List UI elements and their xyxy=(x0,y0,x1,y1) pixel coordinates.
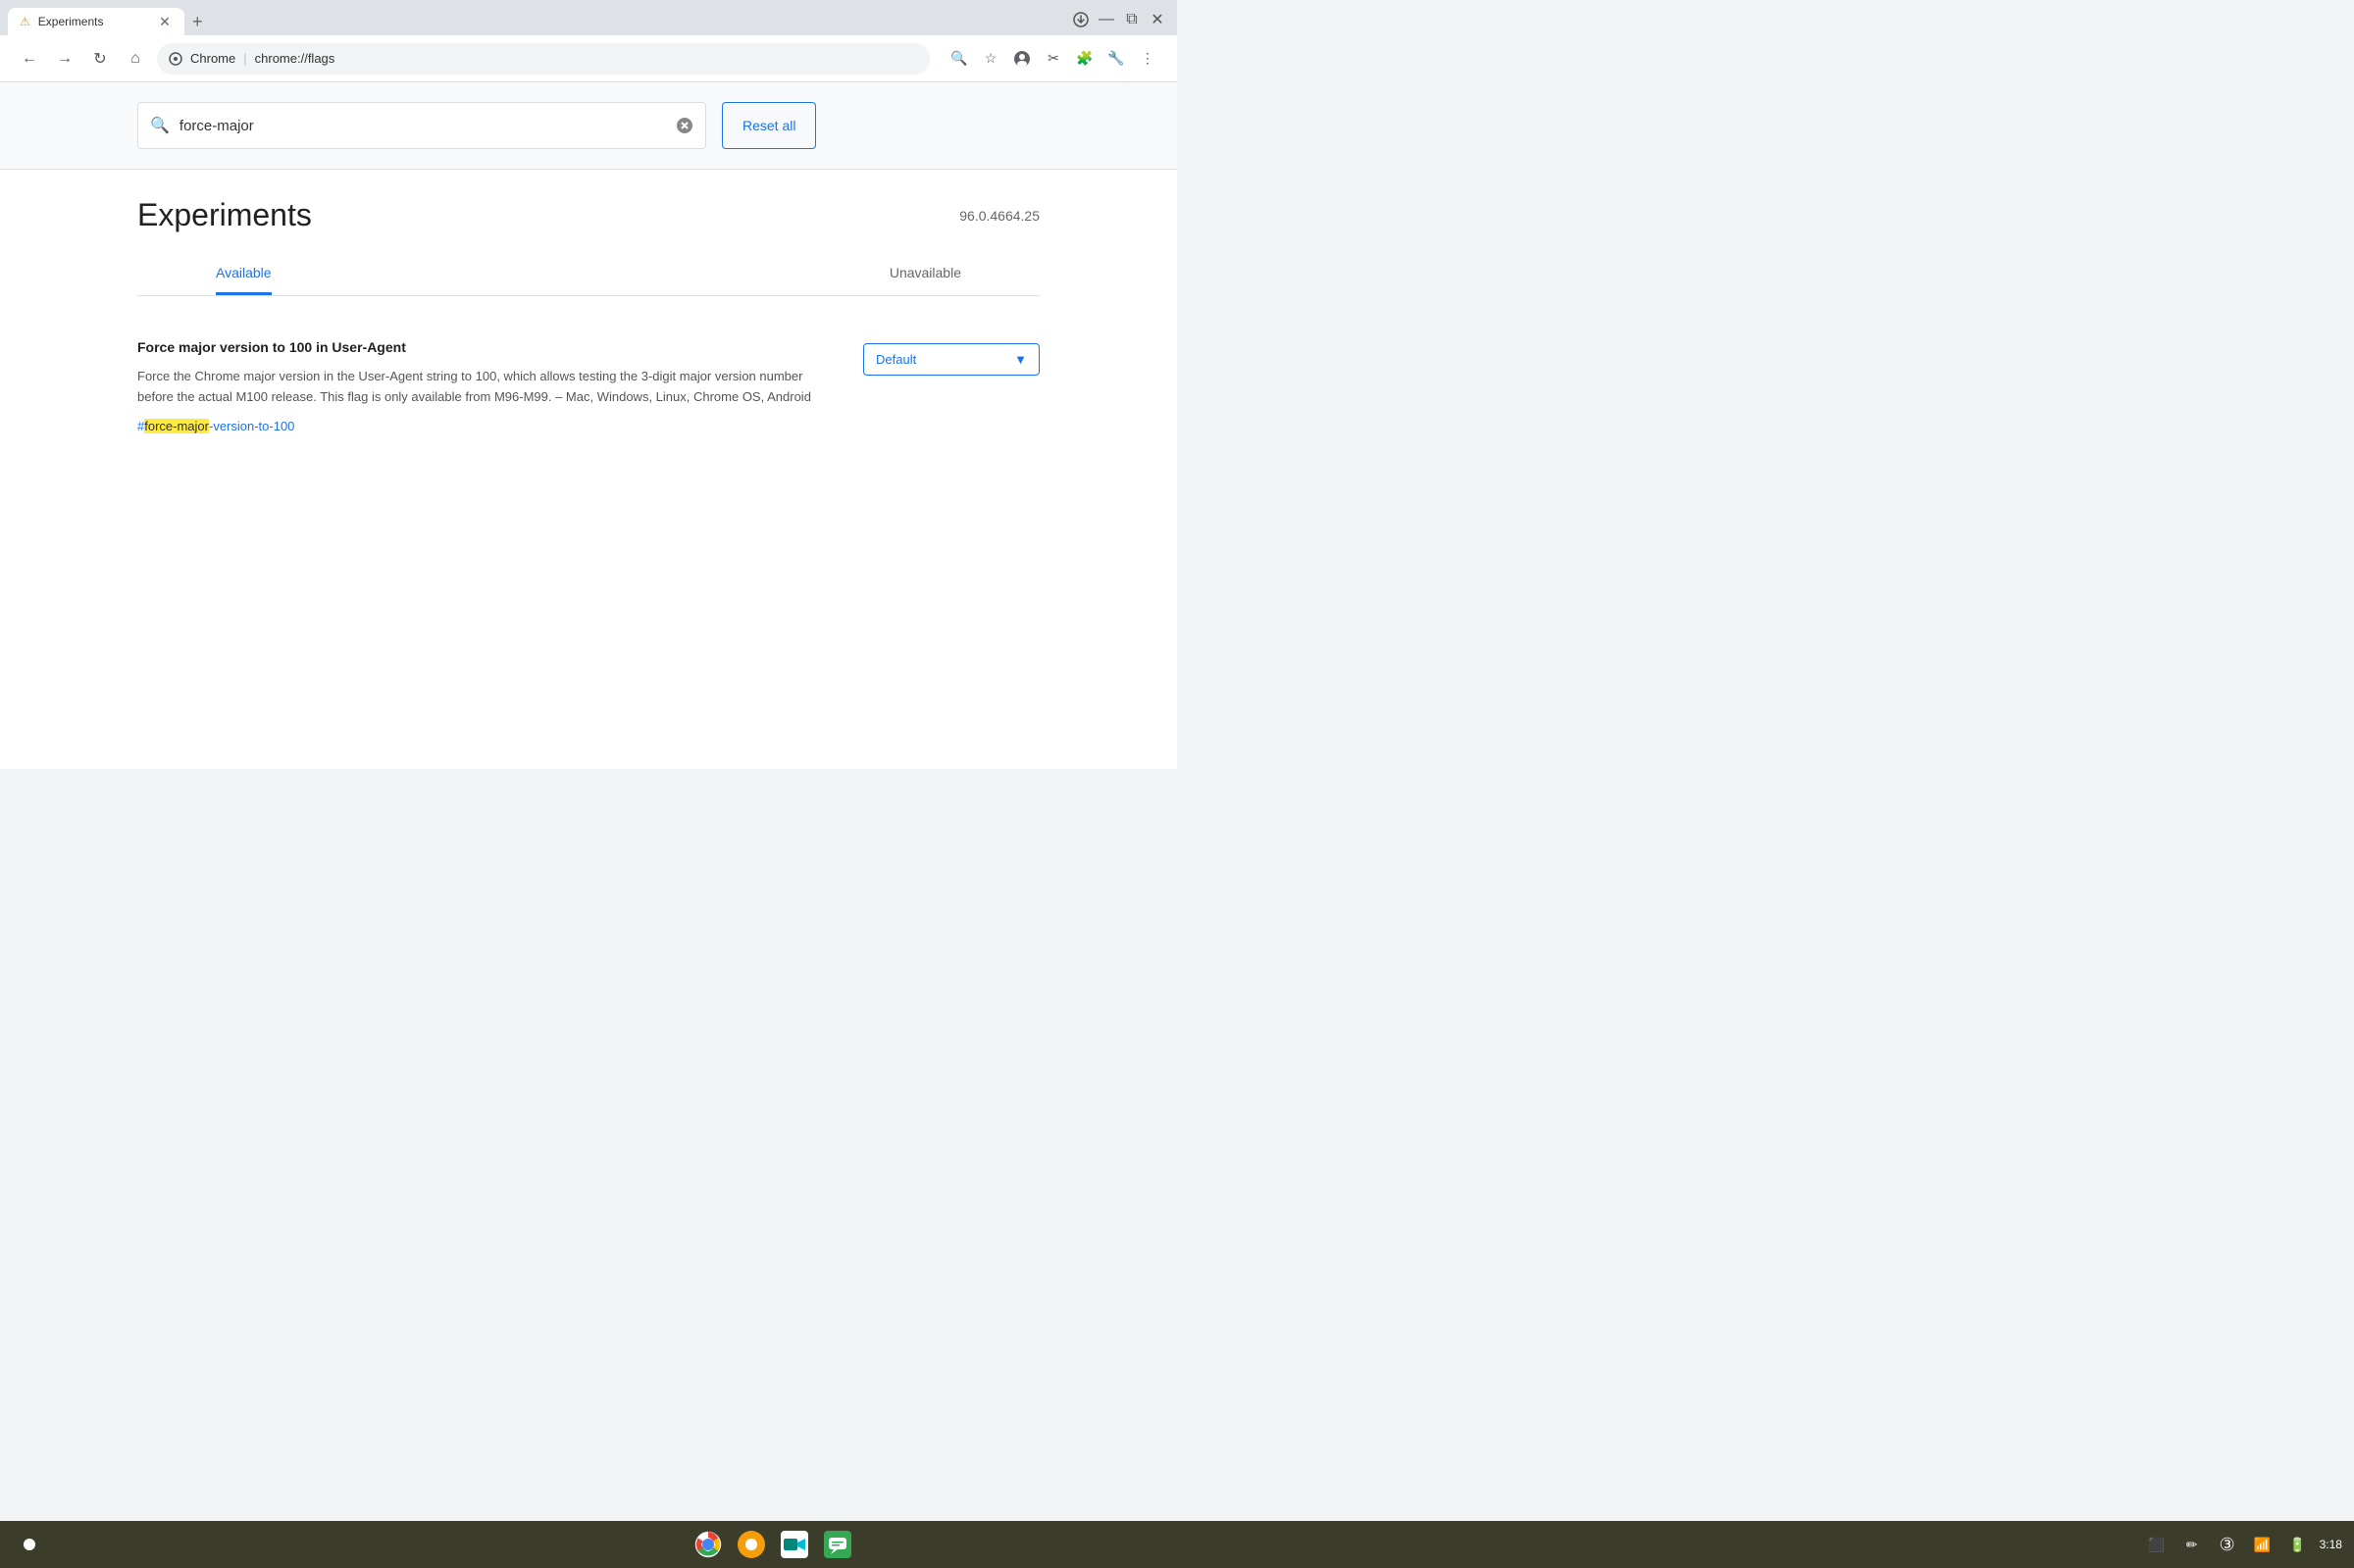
launcher-icon xyxy=(24,1539,35,1550)
tab-close-button[interactable]: ✕ xyxy=(157,14,173,29)
menu-button[interactable]: ⋮ xyxy=(1134,45,1161,73)
chat-icon xyxy=(824,1531,851,1558)
version-text: 96.0.4664.25 xyxy=(959,208,1040,224)
url-bar[interactable]: Chrome | chrome://flags xyxy=(157,43,930,75)
flag-dropdown[interactable]: Default ▼ xyxy=(863,343,1040,376)
main-content: Experiments 96.0.4664.25 Available Unava… xyxy=(0,170,1177,455)
screenshot-taskbar-button[interactable]: ⬛ xyxy=(2143,1531,2171,1558)
page-content: 🔍 Reset all Experiments 96.0.4664.25 xyxy=(0,82,1177,769)
clear-search-button[interactable] xyxy=(676,117,693,134)
puzzle-button[interactable]: 🧩 xyxy=(1071,45,1099,73)
tabs-container: Available Unavailable xyxy=(137,253,1040,296)
tab-unavailable[interactable]: Unavailable xyxy=(890,253,1040,295)
launcher-button[interactable] xyxy=(12,1527,47,1562)
taskbar: ⬛ ✏ ③ 📶 🔋 3:18 xyxy=(0,1521,2354,1568)
taskbar-time: 3:18 xyxy=(2320,1538,2342,1551)
search-box: 🔍 xyxy=(137,102,706,149)
secure-icon xyxy=(169,52,182,66)
chrome-taskbar-icon xyxy=(694,1531,722,1558)
browser-window: ⚠ Experiments ✕ + — ⧉ ✕ ← → ↻ ⌂ xyxy=(0,0,1177,769)
minimize-button[interactable]: — xyxy=(1095,8,1118,31)
taskbar-chrome-app[interactable] xyxy=(691,1527,726,1562)
wifi-taskbar-button[interactable]: 📶 xyxy=(2249,1531,2277,1558)
bookmark-button[interactable]: ☆ xyxy=(977,45,1004,73)
tab-favicon: ⚠ xyxy=(20,15,30,28)
reload-button[interactable]: ↻ xyxy=(86,45,114,73)
profile-icon xyxy=(1013,50,1031,68)
pen-taskbar-button[interactable]: ✏ xyxy=(2178,1531,2206,1558)
flag-dropdown-container: Default ▼ xyxy=(863,339,1040,376)
taskbar-left xyxy=(12,1527,47,1562)
flag-title: Force major version to 100 in User-Agent xyxy=(137,339,824,355)
flag-link[interactable]: #force-major-version-to-100 xyxy=(137,419,294,433)
ext-button[interactable]: 🔧 xyxy=(1102,45,1130,73)
new-tab-button[interactable]: + xyxy=(184,8,211,35)
flag-text: Force the Chrome major version in the Us… xyxy=(137,367,824,408)
download-button[interactable] xyxy=(1069,8,1093,31)
taskbar-center xyxy=(691,1527,855,1562)
chevron-down-icon: ▼ xyxy=(1014,352,1027,367)
tab-title: Experiments xyxy=(38,15,104,28)
circle-taskbar-button[interactable]: ③ xyxy=(2214,1531,2241,1558)
flag-link-suffix: -version-to-100 xyxy=(209,419,294,433)
url-scheme: Chrome xyxy=(190,51,235,66)
search-icon: 🔍 xyxy=(150,116,170,135)
taskbar-meet-app[interactable] xyxy=(777,1527,812,1562)
experiments-header: Experiments 96.0.4664.25 xyxy=(137,170,1040,253)
forward-button[interactable]: → xyxy=(51,45,78,73)
search-section: 🔍 Reset all xyxy=(0,82,1177,170)
url-separator: | xyxy=(243,51,246,66)
flag-link-highlighted: force-major xyxy=(144,419,209,433)
reset-all-button[interactable]: Reset all xyxy=(722,102,816,149)
dropdown-value: Default xyxy=(876,352,916,367)
flag-description: Force major version to 100 in User-Agent… xyxy=(137,339,824,435)
active-tab[interactable]: ⚠ Experiments ✕ xyxy=(8,8,184,35)
tab-available[interactable]: Available xyxy=(216,253,272,295)
back-button[interactable]: ← xyxy=(16,45,43,73)
taskbar-right: ⬛ ✏ ③ 📶 🔋 3:18 xyxy=(2143,1531,2342,1558)
toolbar-icons: 🔍 ☆ ✂ 🧩 🔧 ⋮ xyxy=(946,45,1161,73)
close-button[interactable]: ✕ xyxy=(1146,8,1169,31)
taskbar-yellow-app[interactable] xyxy=(734,1527,769,1562)
search-toolbar-button[interactable]: 🔍 xyxy=(946,45,973,73)
cut-button[interactable]: ✂ xyxy=(1040,45,1067,73)
maximize-button[interactable]: ⧉ xyxy=(1120,8,1144,31)
home-button[interactable]: ⌂ xyxy=(122,45,149,73)
window-controls: — ⧉ ✕ xyxy=(1069,8,1177,35)
profile-button[interactable] xyxy=(1008,45,1036,73)
taskbar-chat-app[interactable] xyxy=(820,1527,855,1562)
yellow-app-icon xyxy=(738,1531,765,1558)
meet-icon xyxy=(781,1531,808,1558)
page-title: Experiments xyxy=(137,197,312,233)
search-input[interactable] xyxy=(179,118,666,134)
flag-item: Force major version to 100 in User-Agent… xyxy=(137,320,1040,455)
address-bar: ← → ↻ ⌂ Chrome | chrome://flags 🔍 ☆ ✂ xyxy=(0,35,1177,82)
clear-icon xyxy=(676,117,693,134)
url-path: chrome://flags xyxy=(255,51,335,66)
tab-bar: ⚠ Experiments ✕ + — ⧉ ✕ xyxy=(0,0,1177,35)
battery-taskbar-button[interactable]: 🔋 xyxy=(2284,1531,2312,1558)
